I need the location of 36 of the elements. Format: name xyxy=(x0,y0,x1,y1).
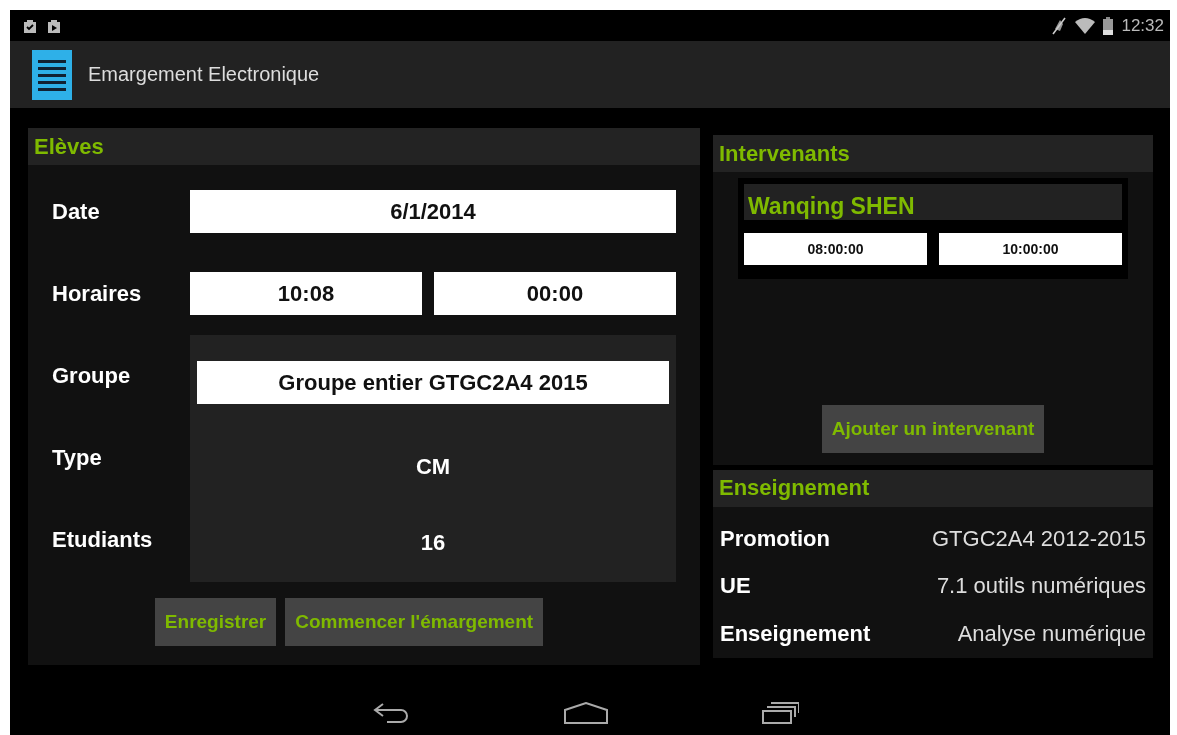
end-time-field[interactable]: 00:00 xyxy=(434,272,676,315)
start-button[interactable]: Commencer l'émargement xyxy=(285,598,544,646)
course-label: Enseignement xyxy=(720,621,871,648)
bag-play-icon xyxy=(46,17,62,34)
start-time-field[interactable]: 10:08 xyxy=(190,272,422,315)
save-button[interactable]: Enregistrer xyxy=(154,598,277,646)
type-value: CM xyxy=(415,454,451,480)
field-label: Groupe xyxy=(52,363,132,389)
field-label: Type xyxy=(52,445,103,471)
field-label: Etudiants xyxy=(52,527,154,553)
course-value: Analyse numérique xyxy=(957,621,1146,648)
end-time-field[interactable]: 10:00:00 xyxy=(939,233,1122,265)
speaker-name: Wanqing SHEN xyxy=(744,184,1122,220)
battery-icon xyxy=(1103,16,1114,35)
course-label: UE xyxy=(720,573,751,600)
app-title: Emargement Electronique xyxy=(88,63,320,86)
panel-title: Elèves xyxy=(28,128,700,165)
muted-icon xyxy=(1051,16,1068,35)
students-count: 16 xyxy=(420,530,446,556)
group-field[interactable]: Groupe entier GTGC2A4 2015 xyxy=(197,361,669,404)
field-label: Date xyxy=(52,198,101,225)
add-speaker-button[interactable]: Ajouter un intervenant xyxy=(821,405,1045,453)
start-time-field[interactable]: 08:00:00 xyxy=(744,233,927,265)
clock-time: 12:32 xyxy=(1121,15,1164,36)
panel-title: Intervenants xyxy=(713,135,1153,172)
course-value: GTGC2A4 2012-2015 xyxy=(931,525,1146,552)
list-icon xyxy=(32,49,72,100)
home-icon[interactable] xyxy=(563,701,609,724)
course-value: 7.1 outils numériques xyxy=(936,573,1146,600)
course-label: Promotion xyxy=(720,525,830,552)
recent-apps-icon[interactable] xyxy=(759,701,799,724)
panel-title: Enseignement xyxy=(713,470,1153,507)
bag-check-icon xyxy=(22,17,38,34)
field-label: Horaires xyxy=(52,280,143,307)
wifi-icon xyxy=(1075,17,1096,34)
date-field[interactable]: 6/1/2014 xyxy=(190,190,676,233)
